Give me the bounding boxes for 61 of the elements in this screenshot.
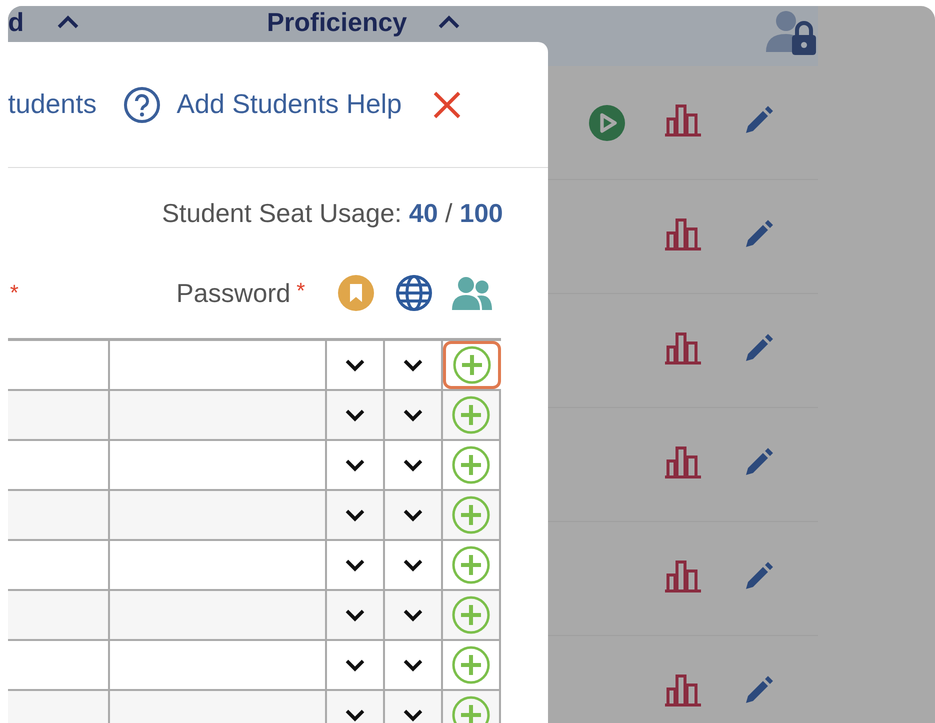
input-field[interactable]	[8, 591, 110, 639]
bar-chart-icon[interactable]	[663, 445, 703, 479]
plus-circle-icon	[451, 595, 491, 635]
bar-chart-icon[interactable]	[663, 103, 703, 137]
bar-chart-icon[interactable]	[663, 331, 703, 365]
required-mark: *	[10, 280, 19, 306]
required-mark: *	[296, 278, 305, 304]
play-icon[interactable]	[589, 104, 625, 140]
chevron-down-icon	[403, 608, 423, 622]
dropdown[interactable]	[385, 391, 443, 439]
chevron-down-icon	[403, 458, 423, 472]
close-icon[interactable]	[432, 90, 462, 120]
plus-circle-icon	[451, 495, 491, 535]
dropdown[interactable]	[327, 391, 385, 439]
password-field[interactable]	[110, 591, 327, 639]
chevron-down-icon	[403, 408, 423, 422]
help-icon[interactable]	[122, 86, 161, 124]
chevron-down-icon	[345, 358, 365, 372]
pencil-icon[interactable]	[743, 218, 775, 250]
input-field[interactable]	[8, 491, 110, 539]
people-icon	[452, 276, 492, 310]
dropdown[interactable]	[327, 591, 385, 639]
plus-circle-icon	[451, 545, 491, 585]
chevron-down-icon	[345, 558, 365, 572]
input-field[interactable]	[8, 391, 110, 439]
plus-circle-icon	[452, 345, 492, 385]
dropdown[interactable]	[385, 491, 443, 539]
pencil-icon[interactable]	[743, 104, 775, 136]
globe-icon	[395, 274, 433, 312]
column-header[interactable]: d	[8, 7, 24, 37]
students-link[interactable]: tudents	[8, 89, 97, 120]
bar-chart-icon[interactable]	[663, 673, 703, 707]
chevron-down-icon	[345, 408, 365, 422]
pencil-icon[interactable]	[743, 560, 775, 592]
chevron-down-icon	[345, 708, 365, 722]
bar-chart-icon[interactable]	[663, 559, 703, 593]
pencil-icon[interactable]	[743, 674, 775, 706]
bar-chart-icon[interactable]	[663, 217, 703, 251]
chevron-down-icon	[345, 508, 365, 522]
password-field[interactable]	[110, 491, 327, 539]
bookmark-icon	[338, 275, 374, 311]
column-header[interactable]: Proficiency	[266, 7, 407, 37]
chevron-down-icon	[403, 658, 423, 672]
chevron-down-icon	[345, 608, 365, 622]
chevron-down-icon	[345, 658, 365, 672]
dropdown[interactable]	[327, 491, 385, 539]
help-link[interactable]: Add Students Help	[176, 89, 402, 120]
chevron-down-icon	[403, 558, 423, 572]
plus-circle-icon	[451, 445, 491, 485]
dropdown[interactable]	[385, 591, 443, 639]
seat-usage: Student Seat Usage: 40 / 100	[160, 197, 504, 230]
chevron-down-icon	[345, 458, 365, 472]
pencil-icon[interactable]	[743, 446, 775, 478]
chevron-down-icon	[403, 708, 423, 722]
column-label: Password	[176, 278, 290, 308]
chevron-down-icon	[403, 358, 423, 372]
plus-circle-icon	[451, 395, 491, 435]
password-field[interactable]	[110, 391, 327, 439]
pencil-icon[interactable]	[743, 332, 775, 364]
plus-circle-icon	[451, 645, 491, 685]
chevron-down-icon	[403, 508, 423, 522]
